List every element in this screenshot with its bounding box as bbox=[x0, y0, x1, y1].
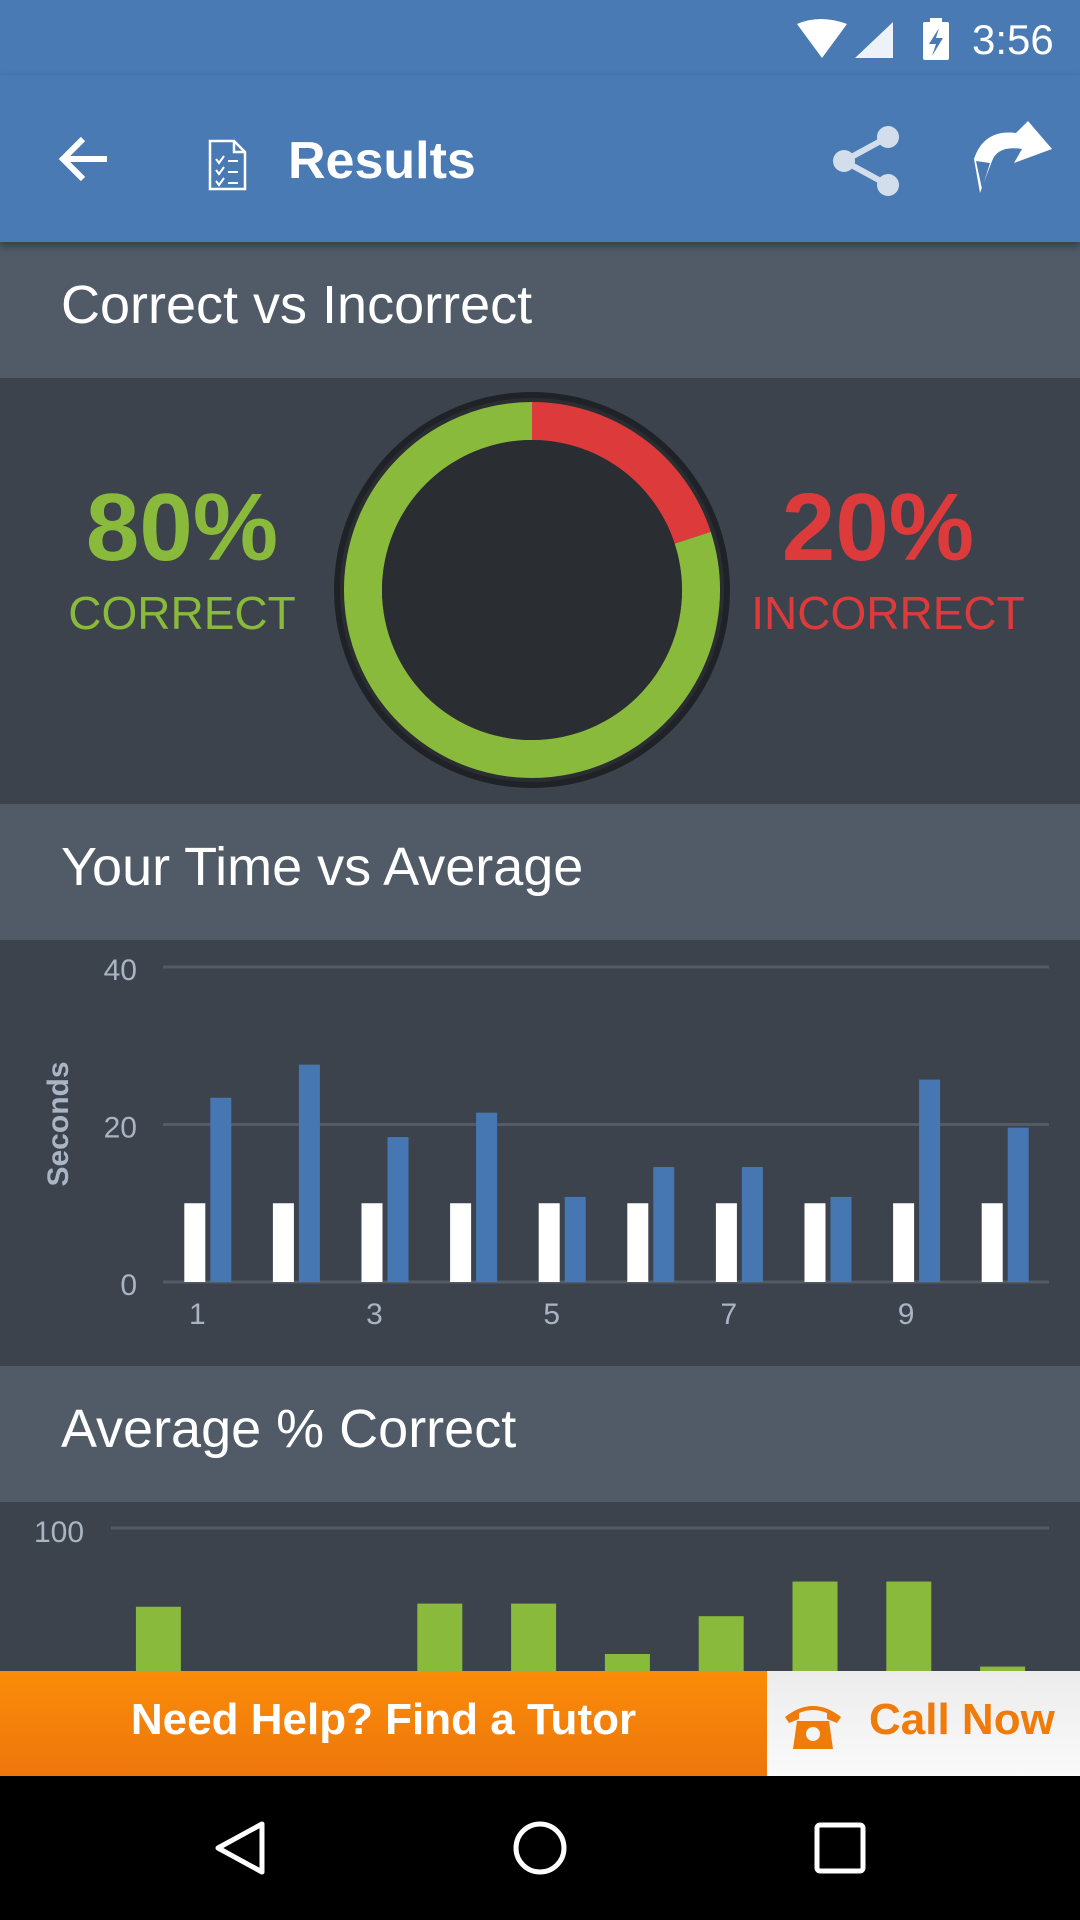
cell-signal-icon bbox=[855, 22, 893, 58]
section-title: Average % Correct bbox=[61, 1399, 517, 1459]
bar-average-5 bbox=[564, 1196, 586, 1282]
find-tutor-button[interactable]: Need Help? Find a Tutor bbox=[0, 1671, 767, 1776]
bar-average-3 bbox=[387, 1137, 409, 1282]
back-triangle-icon[interactable] bbox=[210, 1818, 270, 1878]
back-arrow-icon[interactable] bbox=[55, 133, 115, 185]
x-tick-label: 3 bbox=[366, 1298, 383, 1331]
bar-average-7 bbox=[741, 1167, 763, 1282]
correct-label: CORRECT bbox=[68, 587, 296, 639]
bar-average-2 bbox=[298, 1064, 320, 1282]
wifi-icon bbox=[797, 19, 847, 58]
time-vs-average-chart: 0 20 40 1 3 5 7 9 Seconds bbox=[42, 954, 1049, 1331]
bar-your-time-8 bbox=[804, 1203, 826, 1282]
bar-average-8 bbox=[830, 1196, 852, 1282]
x-tick-label: 7 bbox=[721, 1298, 738, 1331]
section-header-average-correct: Average % Correct bbox=[0, 1366, 1080, 1502]
phone-icon bbox=[785, 1706, 841, 1749]
bar-your-time-1 bbox=[184, 1203, 206, 1282]
section-title: Correct vs Incorrect bbox=[61, 275, 533, 335]
bar-your-time-7 bbox=[715, 1203, 737, 1282]
incorrect-label: INCORRECT bbox=[751, 587, 1025, 639]
home-circle-icon[interactable] bbox=[510, 1818, 570, 1878]
y-tick-label: 100 bbox=[34, 1516, 84, 1549]
incorrect-percent: 20% bbox=[781, 474, 975, 581]
call-now-button[interactable]: Call Now bbox=[767, 1671, 1080, 1776]
bar-your-time-3 bbox=[361, 1203, 383, 1282]
bar-average-4 bbox=[476, 1112, 498, 1282]
find-tutor-label: Need Help? Find a Tutor bbox=[130, 1695, 637, 1744]
app-bar: Results bbox=[0, 75, 1080, 242]
y-axis-label: Seconds bbox=[42, 1061, 75, 1186]
bar-average-10 bbox=[1007, 1127, 1029, 1282]
bar-your-time-4 bbox=[450, 1203, 472, 1282]
navigation-bar bbox=[0, 1776, 1080, 1920]
bar-your-time-2 bbox=[272, 1203, 294, 1282]
correct-percent: 80% bbox=[85, 474, 279, 581]
status-time: 3:56 bbox=[972, 16, 1054, 63]
donut-center bbox=[382, 440, 682, 740]
share-icon[interactable] bbox=[828, 123, 900, 199]
donut-chart bbox=[334, 392, 730, 788]
recents-square-icon[interactable] bbox=[812, 1820, 868, 1876]
bar-your-time-5 bbox=[538, 1203, 560, 1282]
status-bar: 3:56 bbox=[0, 0, 1080, 75]
bar-your-time-9 bbox=[893, 1203, 915, 1282]
status-icons bbox=[797, 18, 949, 60]
forward-share-icon[interactable] bbox=[964, 119, 1054, 199]
bar-your-time-6 bbox=[627, 1203, 649, 1282]
y-tick-label: 40 bbox=[104, 954, 137, 987]
call-now-label: Call Now bbox=[869, 1695, 1055, 1744]
y-tick-label: 20 bbox=[104, 1112, 137, 1145]
x-tick-label: 1 bbox=[189, 1298, 206, 1331]
page-title: Results bbox=[288, 132, 476, 190]
bar-your-time-10 bbox=[981, 1203, 1003, 1282]
battery-charging-icon bbox=[923, 18, 949, 60]
checklist-document-icon bbox=[208, 139, 247, 191]
x-tick-label: 5 bbox=[543, 1298, 560, 1331]
section-header-correct-vs-incorrect: Correct vs Incorrect bbox=[0, 242, 1080, 378]
correct-vs-incorrect-panel: 80% CORRECT 20% INCORRECT bbox=[0, 378, 1080, 804]
bar-average-1 bbox=[210, 1097, 232, 1282]
x-tick-label: 9 bbox=[898, 1298, 915, 1331]
section-header-time-vs-average: Your Time vs Average bbox=[0, 804, 1080, 940]
section-title: Your Time vs Average bbox=[61, 837, 584, 897]
y-tick-label: 0 bbox=[120, 1269, 137, 1302]
bar-average-6 bbox=[653, 1167, 675, 1282]
bar-average-9 bbox=[919, 1079, 941, 1282]
